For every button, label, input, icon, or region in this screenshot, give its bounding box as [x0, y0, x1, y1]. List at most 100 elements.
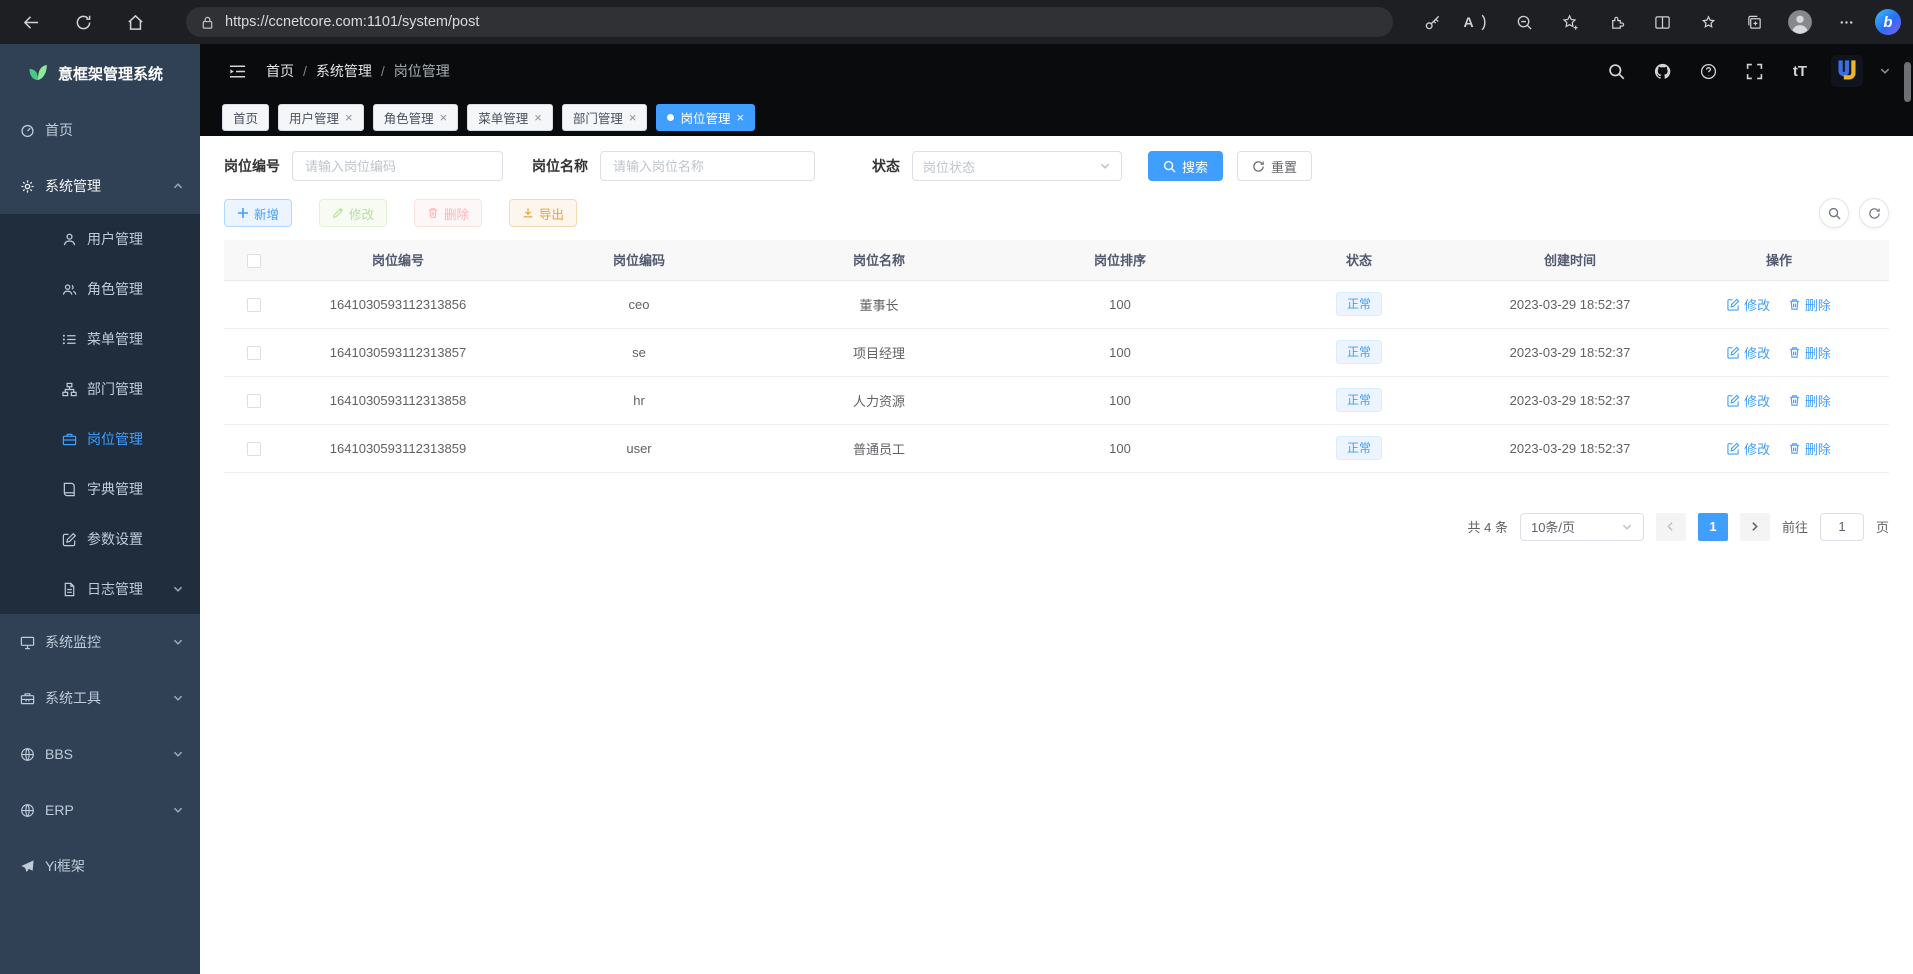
row-checkbox[interactable] — [247, 346, 261, 360]
sidebar-toggle-icon[interactable] — [222, 56, 252, 86]
sidebar-item-user-mgmt[interactable]: 用户管理 — [0, 214, 200, 264]
post-code-input[interactable] — [292, 151, 503, 181]
breadcrumb-separator: / — [303, 63, 307, 79]
row-delete-link[interactable]: 删除 — [1788, 391, 1831, 410]
fullscreen-icon[interactable] — [1739, 56, 1769, 86]
browser-profile-icon[interactable] — [1783, 5, 1817, 39]
delete-button[interactable]: 删除 — [414, 199, 482, 227]
tabs-bar: 首页 用户管理× 角色管理× 菜单管理× 部门管理× 岗位管理× — [200, 98, 1913, 136]
sidebar-item-erp[interactable]: ERP — [0, 782, 200, 838]
status-select[interactable]: 岗位状态 — [912, 151, 1122, 181]
zoom-out-icon[interactable] — [1507, 5, 1541, 39]
page-1-button[interactable]: 1 — [1698, 513, 1728, 541]
bing-copilot-icon[interactable]: b — [1875, 9, 1901, 35]
chevron-down-icon — [172, 692, 184, 704]
site-lock-icon[interactable] — [200, 15, 215, 30]
address-bar[interactable]: https://ccnetcore.com:1101/system/post — [186, 7, 1393, 37]
sidebar-item-dict-mgmt[interactable]: 字典管理 — [0, 464, 200, 514]
app-logo[interactable]: 意框架管理系统 — [0, 44, 200, 102]
user-menu-caret-icon[interactable] — [1879, 65, 1891, 77]
row-edit-link[interactable]: 修改 — [1727, 439, 1770, 458]
reset-button[interactable]: 重置 — [1237, 151, 1312, 181]
row-checkbox[interactable] — [247, 394, 261, 408]
goto-page-input[interactable] — [1820, 513, 1864, 541]
row-edit-link[interactable]: 修改 — [1727, 295, 1770, 314]
page-unit-label: 页 — [1876, 517, 1889, 536]
posts-table: 岗位编号 岗位编码 岗位名称 岗位排序 状态 创建时间 操作 164103059… — [224, 240, 1889, 473]
tab-user-mgmt[interactable]: 用户管理× — [278, 104, 364, 131]
status-badge: 正常 — [1336, 340, 1382, 364]
sidebar-item-dept-mgmt[interactable]: 部门管理 — [0, 364, 200, 414]
edit-button[interactable]: 修改 — [319, 199, 387, 227]
close-tab-icon[interactable]: × — [440, 111, 448, 124]
sidebar-item-bbs[interactable]: BBS — [0, 726, 200, 782]
sidebar-item-post-mgmt[interactable]: 岗位管理 — [0, 414, 200, 464]
collections-icon[interactable] — [1737, 5, 1771, 39]
split-screen-icon[interactable] — [1645, 5, 1679, 39]
add-button[interactable]: 新增 — [224, 199, 292, 227]
add-favorite-star-icon[interactable] — [1553, 5, 1587, 39]
browser-menu-ellipsis-icon[interactable] — [1829, 5, 1863, 39]
row-delete-link[interactable]: 删除 — [1788, 343, 1831, 362]
row-checkbox[interactable] — [247, 442, 261, 456]
sidebar-item-yi-framework[interactable]: Yi框架 — [0, 838, 200, 894]
back-icon[interactable] — [14, 5, 48, 39]
header-search-icon[interactable] — [1601, 56, 1631, 86]
tab-role-mgmt[interactable]: 角色管理× — [373, 104, 459, 131]
next-page-button[interactable] — [1740, 513, 1770, 541]
sidebar-item-menu-mgmt[interactable]: 菜单管理 — [0, 314, 200, 364]
sidebar-item-system-mgmt[interactable]: 系统管理 — [0, 158, 200, 214]
menu-list-icon — [62, 332, 77, 347]
extensions-puzzle-icon[interactable] — [1599, 5, 1633, 39]
sidebar-item-param-settings[interactable]: 参数设置 — [0, 514, 200, 564]
col-post-name: 岗位名称 — [765, 240, 993, 280]
font-size-icon[interactable]: tT — [1785, 56, 1815, 86]
help-icon[interactable] — [1693, 56, 1723, 86]
close-tab-icon[interactable]: × — [736, 111, 744, 124]
read-aloud-icon[interactable]: A — [1461, 5, 1495, 39]
breadcrumb-home[interactable]: 首页 — [266, 61, 294, 81]
reload-icon[interactable] — [66, 5, 100, 39]
close-tab-icon[interactable]: × — [534, 111, 542, 124]
edit-square-icon — [62, 532, 77, 547]
page-scrollbar-thumb[interactable] — [1904, 62, 1911, 102]
tab-dept-mgmt[interactable]: 部门管理× — [562, 104, 648, 131]
close-tab-icon[interactable]: × — [345, 111, 353, 124]
post-name-label: 岗位名称 — [532, 156, 588, 176]
col-created: 创建时间 — [1471, 240, 1669, 280]
row-delete-link[interactable]: 删除 — [1788, 439, 1831, 458]
pagination: 共 4 条 10条/页 1 前往 页 — [224, 513, 1889, 541]
breadcrumb-system-mgmt[interactable]: 系统管理 — [316, 61, 372, 81]
row-edit-link[interactable]: 修改 — [1727, 391, 1770, 410]
sidebar-item-system-tools[interactable]: 系统工具 — [0, 670, 200, 726]
prev-page-button[interactable] — [1656, 513, 1686, 541]
sidebar-item-role-mgmt[interactable]: 角色管理 — [0, 264, 200, 314]
password-key-icon[interactable] — [1415, 5, 1449, 39]
gauge-icon — [20, 123, 35, 138]
page-size-select[interactable]: 10条/页 — [1520, 513, 1644, 541]
chevron-down-icon — [172, 748, 184, 760]
select-all-checkbox[interactable] — [247, 254, 261, 268]
org-tree-icon — [62, 382, 77, 397]
active-tab-dot — [667, 114, 674, 121]
post-name-input[interactable] — [600, 151, 815, 181]
export-button[interactable]: 导出 — [509, 199, 577, 227]
browser-home-icon[interactable] — [118, 5, 152, 39]
user-avatar[interactable] — [1831, 55, 1863, 87]
action-toolbar: 新增 修改 删除 导出 — [224, 199, 1889, 227]
sidebar-item-log-mgmt[interactable]: 日志管理 — [0, 564, 200, 614]
row-edit-link[interactable]: 修改 — [1727, 343, 1770, 362]
tab-post-mgmt-active[interactable]: 岗位管理× — [656, 104, 755, 131]
tab-home[interactable]: 首页 — [222, 104, 269, 131]
close-tab-icon[interactable]: × — [629, 111, 637, 124]
row-checkbox[interactable] — [247, 298, 261, 312]
refresh-table-button[interactable] — [1859, 198, 1889, 228]
sidebar-item-system-monitor[interactable]: 系统监控 — [0, 614, 200, 670]
favorites-icon[interactable] — [1691, 5, 1725, 39]
tab-menu-mgmt[interactable]: 菜单管理× — [467, 104, 553, 131]
row-delete-link[interactable]: 删除 — [1788, 295, 1831, 314]
search-button[interactable]: 搜索 — [1148, 151, 1223, 181]
sidebar-item-home[interactable]: 首页 — [0, 102, 200, 158]
github-icon[interactable] — [1647, 56, 1677, 86]
toggle-search-button[interactable] — [1819, 198, 1849, 228]
